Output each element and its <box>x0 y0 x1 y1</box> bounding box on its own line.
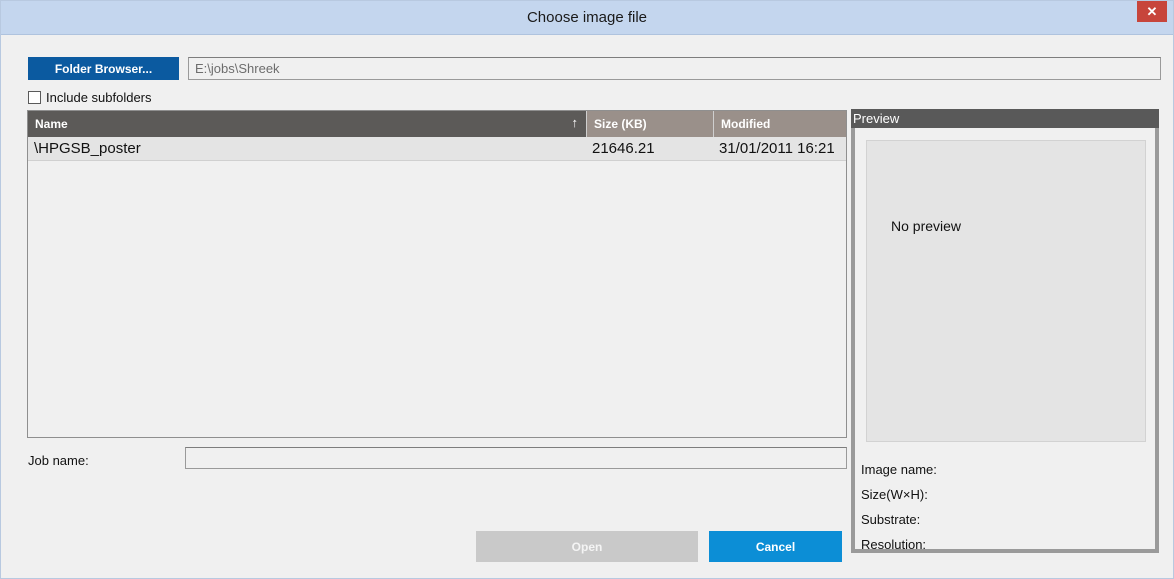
file-list-header: Name ↑ Size (KB) Modified <box>28 111 846 137</box>
preview-body: No preview Image name: Size(W×H): Substr… <box>855 128 1155 552</box>
column-header-modified-label: Modified <box>721 117 771 131</box>
include-subfolders-label: Include subfolders <box>46 89 152 105</box>
substrate-label: Substrate: <box>861 512 921 527</box>
open-button[interactable]: Open <box>476 531 698 562</box>
column-header-size[interactable]: Size (KB) <box>587 111 714 137</box>
folder-browser-button[interactable]: Folder Browser... <box>28 57 179 80</box>
preview-image-area: No preview <box>866 140 1146 442</box>
file-name-cell: \HPGSB_poster <box>34 140 141 157</box>
resolution-label: Resolution: <box>861 537 927 552</box>
title-bar: Choose image file ✕ <box>1 1 1173 35</box>
preview-panel: Preview No preview Image name: Size(W×H)… <box>851 109 1159 553</box>
file-row[interactable]: \HPGSB_poster 21646.21 31/01/2011 16:21 <box>28 137 846 161</box>
preview-header: Preview <box>851 109 1159 128</box>
job-name-label: Job name: <box>28 453 89 468</box>
job-name-input[interactable] <box>185 447 847 469</box>
sort-ascending-icon: ↑ <box>571 115 579 130</box>
include-subfolders-checkbox[interactable] <box>28 90 41 104</box>
close-icon: ✕ <box>1146 3 1158 19</box>
include-subfolders-option[interactable]: Include subfolders <box>28 89 152 105</box>
window-title: Choose image file <box>526 9 648 26</box>
column-header-modified[interactable]: Modified <box>714 111 846 137</box>
file-size-cell: 21646.21 <box>592 140 655 157</box>
column-header-size-label: Size (KB) <box>594 117 647 131</box>
cancel-button[interactable]: Cancel <box>709 531 842 562</box>
file-list[interactable]: Name ↑ Size (KB) Modified \HPGSB_poster … <box>27 110 847 438</box>
image-name-label: Image name: <box>861 462 937 477</box>
size-label: Size(W×H): <box>861 487 928 502</box>
column-header-name-label: Name <box>35 117 68 131</box>
file-modified-cell: 31/01/2011 16:21 <box>719 140 835 157</box>
folder-path-field[interactable]: E:\jobs\Shreek <box>188 57 1161 80</box>
column-header-name[interactable]: Name ↑ <box>28 111 587 137</box>
choose-image-dialog: Choose image file ✕ Folder Browser... E:… <box>0 0 1174 579</box>
close-button[interactable]: ✕ <box>1137 1 1167 22</box>
no-preview-text: No preview <box>891 218 962 234</box>
